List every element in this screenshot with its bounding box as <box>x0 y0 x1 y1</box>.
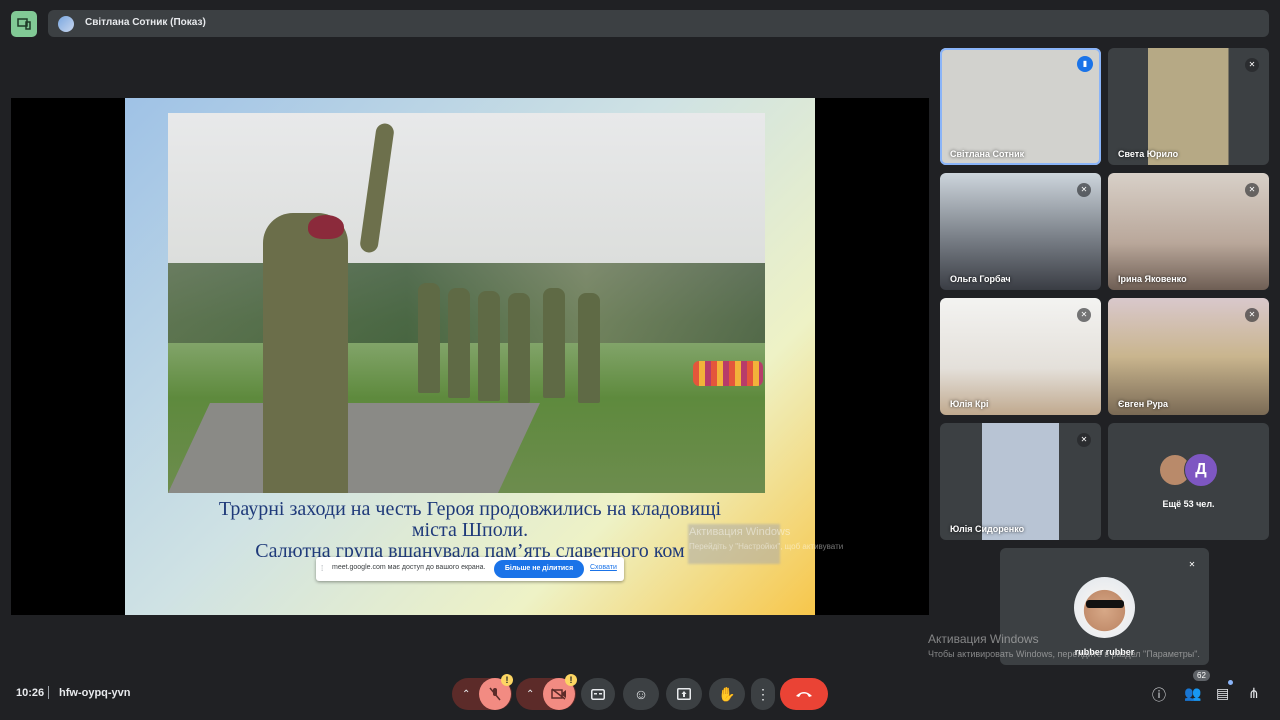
presenter-bar: Світлана Сотник (Показ) <box>48 10 1269 37</box>
slide-caption-line: Траурні заходи на честь Героя продовжили… <box>218 498 722 520</box>
slide-photo <box>168 113 765 493</box>
present-button[interactable] <box>666 678 702 710</box>
meeting-controls-bar: 10:26 hfw-oypq-yvn ⌃ ! ⌃ ! ☺ ✋ ⋮ ⓘ 👥 62 … <box>0 670 1280 720</box>
more-participants-label: Ещё 53 чел. <box>1162 499 1215 509</box>
participant-tile[interactable]: ✕ Ірина Яковенко <box>1108 173 1269 290</box>
mic-warning-icon: ! <box>501 674 513 686</box>
participant-tile[interactable]: ✕ Ольга Горбач <box>940 173 1101 290</box>
people-count-badge: 62 <box>1193 670 1210 681</box>
mic-off-icon: ✕ <box>1077 308 1091 322</box>
more-vert-icon: ⋮ <box>756 685 770 702</box>
drag-handle-icon[interactable]: ⁞ <box>321 564 323 573</box>
mic-off-icon <box>489 687 501 701</box>
participant-name: Юлія Сидоренко <box>950 524 1025 534</box>
meet-tab-icon[interactable] <box>11 11 37 37</box>
photo-soldier <box>478 291 500 401</box>
participant-name: Света Юрило <box>1118 149 1179 159</box>
participant-name: Юлія Крі <box>950 399 989 409</box>
presenter-avatar <box>58 16 74 32</box>
slide-activation-watermark-text: Перейдіть у "Настройки", щоб активувати <box>689 542 844 551</box>
emoji-button[interactable]: ☺ <box>623 678 659 710</box>
mic-off-icon: ✕ <box>1077 183 1091 197</box>
camera-warning-icon: ! <box>565 674 577 686</box>
photo-soldier <box>543 288 565 398</box>
sunglasses <box>1086 600 1124 608</box>
people-icon[interactable]: 👥 <box>1184 685 1201 702</box>
photo-beret <box>308 215 344 239</box>
photo-raised-arm <box>359 122 395 254</box>
activities-icon[interactable]: ⋔ <box>1248 685 1260 702</box>
present-screen-icon <box>677 688 691 700</box>
emoji-icon: ☺ <box>633 686 649 702</box>
mic-off-icon: ✕ <box>1245 308 1259 322</box>
photo-flowers <box>693 361 763 386</box>
videocam-off-icon <box>551 688 566 700</box>
participant-tile[interactable]: ▮ Світлана Сотник <box>940 48 1101 165</box>
participant-avatar: Д <box>1184 453 1218 487</box>
chat-notification-dot <box>1228 680 1233 685</box>
photo-foreground-soldier <box>263 213 348 493</box>
raise-hand-icon: ✋ <box>718 685 736 702</box>
participant-name: Євген Рура <box>1118 399 1169 409</box>
info-icon[interactable]: ⓘ <box>1152 685 1166 705</box>
stop-sharing-button[interactable]: Більше не ділитися <box>494 560 584 578</box>
participant-tile[interactable]: ✕ Юлія Сидоренко <box>940 423 1101 540</box>
meeting-code: hfw-oypq-yvn <box>59 687 131 699</box>
windows-activation-text: Чтобы активировать Windows, перейдите в … <box>928 649 1200 659</box>
mic-off-icon: ✕ <box>1077 433 1091 447</box>
mic-off-icon: ✕ <box>1245 183 1259 197</box>
participant-tile[interactable]: ✕ Света Юрило <box>1108 48 1269 165</box>
speaking-indicator-icon: ▮ <box>1077 56 1093 72</box>
windows-activation-title: Активация Windows <box>928 632 1039 646</box>
mic-off-icon: ✕ <box>1245 58 1259 72</box>
hide-share-bar-link[interactable]: Сховати <box>590 564 617 571</box>
photo-soldier <box>578 293 600 403</box>
chevron-up-icon: ⌃ <box>462 688 471 700</box>
participant-tile[interactable]: ✕ Євген Рура <box>1108 298 1269 415</box>
call-end-icon <box>796 692 812 697</box>
slide-activation-watermark-title: Активация Windows <box>689 526 791 538</box>
captions-button[interactable] <box>581 678 615 710</box>
divider <box>48 686 49 699</box>
more-options-button[interactable]: ⋮ <box>751 678 775 710</box>
raise-hand-button[interactable]: ✋ <box>709 678 745 710</box>
chat-icon[interactable]: ▤ <box>1216 685 1229 702</box>
photo-soldier <box>508 293 530 403</box>
photo-path <box>168 403 540 493</box>
presentation-stage: Траурні заходи на честь Героя продовжили… <box>11 98 929 615</box>
participant-name: Ольга Горбач <box>950 274 1011 284</box>
chevron-up-icon: ⌃ <box>526 688 535 700</box>
photo-soldier <box>448 288 470 398</box>
participant-tile[interactable]: ✕ Юлія Крі <box>940 298 1101 415</box>
presenter-title: Світлана Сотник (Показ) <box>85 17 206 28</box>
participant-name: Ірина Яковенко <box>1118 274 1187 284</box>
screen-share-bar: ⁞ meet.google.com має доступ до вашого е… <box>316 557 624 581</box>
more-participants-tile[interactable]: Д Ещё 53 чел. <box>1108 423 1269 540</box>
leave-call-button[interactable] <box>780 678 828 710</box>
mic-off-icon: ✕ <box>1188 560 1196 569</box>
self-view-tile[interactable]: ✕ rubber rubber <box>1000 548 1209 665</box>
closed-caption-icon <box>591 688 605 700</box>
photo-soldier <box>418 283 440 393</box>
clock: 10:26 <box>16 687 45 699</box>
devices-icon <box>17 18 31 30</box>
share-message: meet.google.com має доступ до вашого екр… <box>332 564 486 571</box>
participant-name: Світлана Сотник <box>950 149 1025 159</box>
